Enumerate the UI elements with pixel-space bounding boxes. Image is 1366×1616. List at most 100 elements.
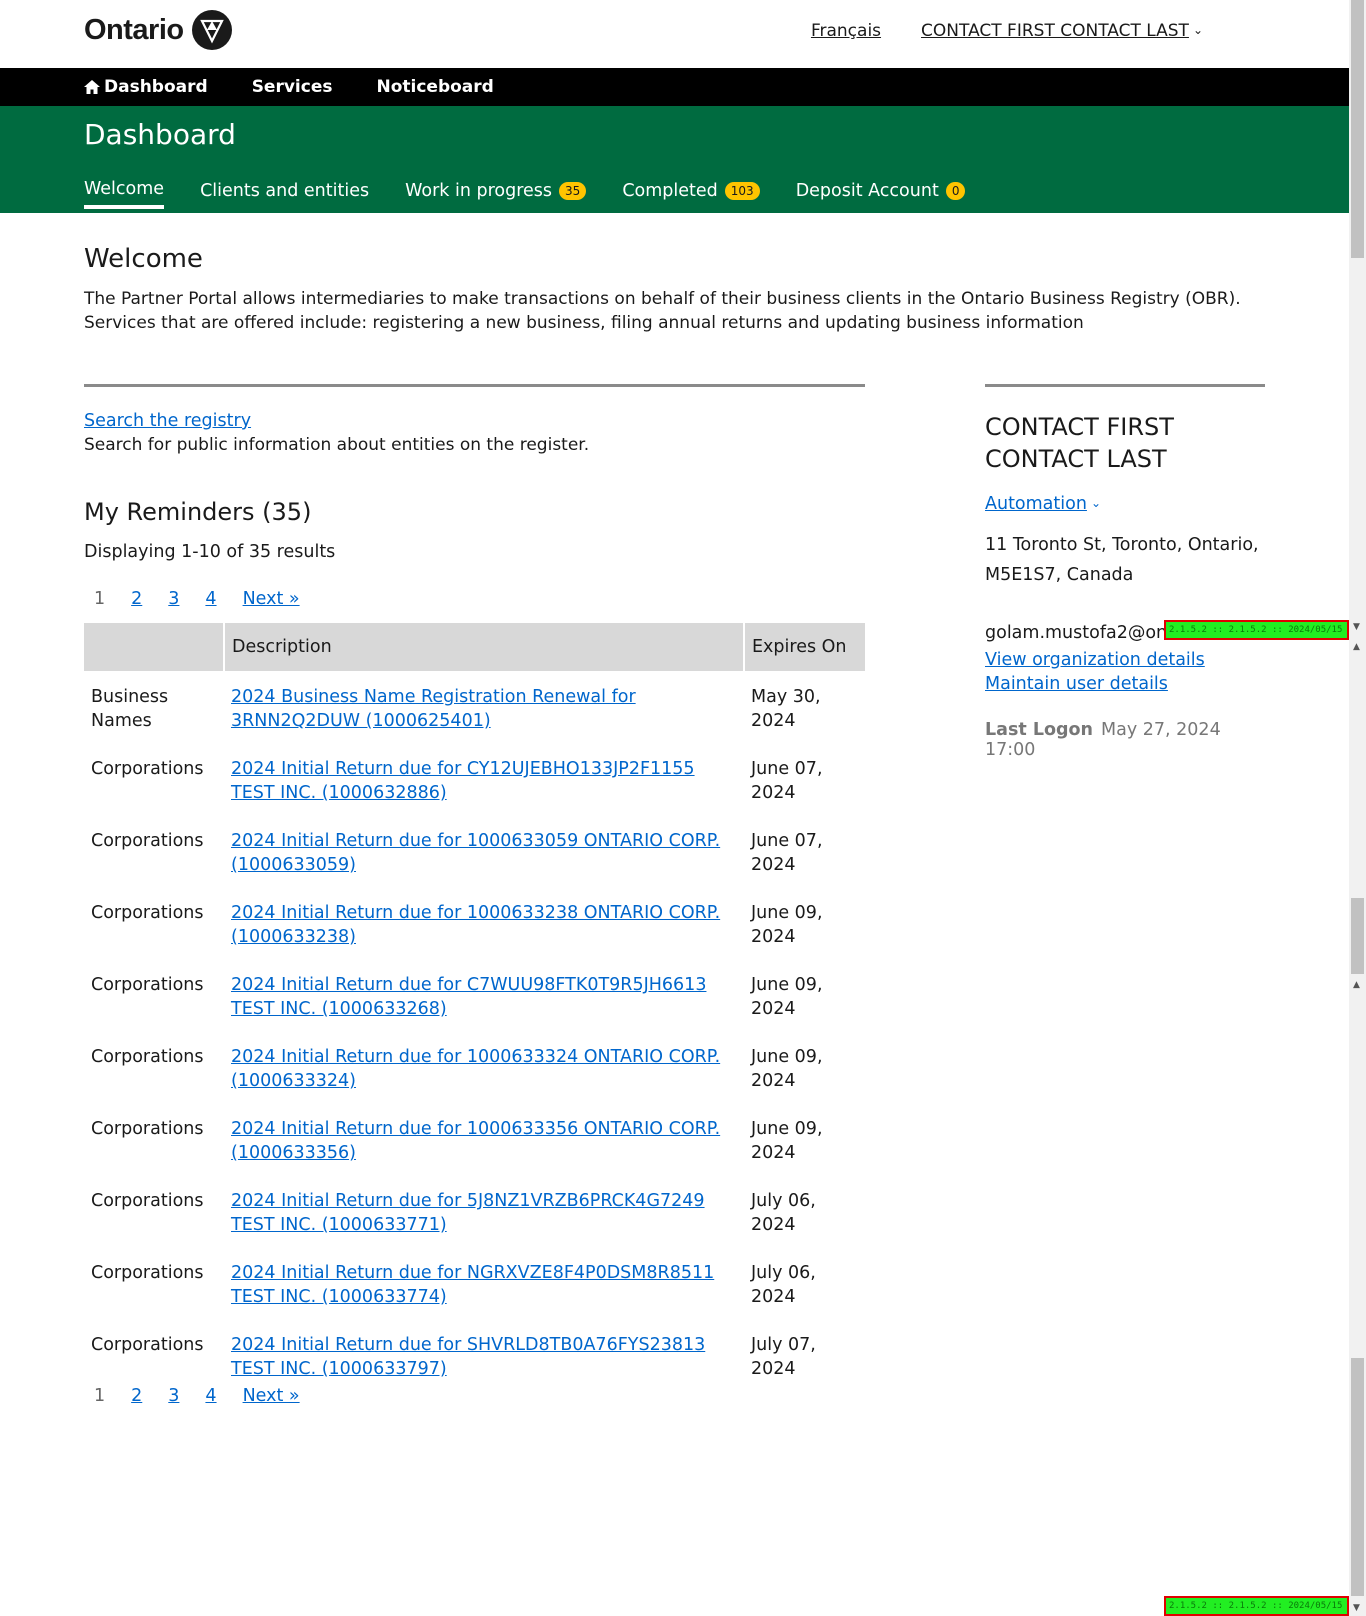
main-column: Search the registry Search for public in… <box>84 384 865 1406</box>
nav-noticeboard-label: Noticeboard <box>376 77 494 97</box>
column-header-description: Description <box>224 623 745 671</box>
count-badge: 0 <box>945 182 966 200</box>
maintain-user-link[interactable]: Maintain user details <box>985 674 1168 694</box>
cell-type: Corporations <box>91 903 204 923</box>
reminder-link[interactable]: 2024 Initial Return due for NGRXVZE8F4P0… <box>231 1263 714 1307</box>
ontario-logo[interactable]: Ontario <box>84 10 232 50</box>
nav-services[interactable]: Services <box>252 77 333 97</box>
welcome-heading: Welcome <box>84 244 203 274</box>
search-description: Search for public information about enti… <box>84 435 590 455</box>
logo-text: Ontario <box>84 13 184 46</box>
organization-dropdown[interactable]: Automation ⌄ <box>985 494 1101 514</box>
welcome-intro: The Partner Portal allows intermediaries… <box>84 289 1241 333</box>
scroll-up-arrow-icon[interactable]: ▲ <box>1353 980 1360 990</box>
page-current: 1 <box>94 1386 106 1406</box>
reminder-link[interactable]: 2024 Initial Return due for 1000633238 O… <box>231 903 720 947</box>
next-page-link[interactable]: Next » <box>243 1386 300 1406</box>
last-logon: Last Logon May 27, 2024 17:00 <box>985 720 1265 760</box>
nav-dashboard[interactable]: Dashboard <box>84 77 208 97</box>
reminder-link[interactable]: 2024 Initial Return due for 1000633059 O… <box>231 831 720 875</box>
chevron-down-icon: ⌄ <box>1090 496 1101 510</box>
scrollbar-thumb[interactable] <box>1351 898 1364 974</box>
tab-label: Deposit Account <box>795 181 939 201</box>
cell-type: Business Names <box>91 687 169 731</box>
reminder-link[interactable]: 2024 Initial Return due for C7WUU98FTK0T… <box>231 975 706 1019</box>
cell-type: Corporations <box>91 1047 204 1067</box>
page-link-3[interactable]: 3 <box>168 589 179 609</box>
column-header-expires: Expires On <box>744 623 865 671</box>
reminder-link[interactable]: 2024 Initial Return due for SHVRLD8TB0A7… <box>231 1335 705 1379</box>
table-row: Corporations 2024 Initial Return due for … <box>84 887 865 959</box>
table-row: Corporations 2024 Initial Return due for … <box>84 1031 865 1103</box>
scrollbar-thumb[interactable] <box>1351 1358 1364 1596</box>
language-toggle-link[interactable]: Français <box>811 21 881 41</box>
cell-type: Corporations <box>91 1263 204 1283</box>
tab-completed[interactable]: Completed 103 <box>622 179 760 209</box>
count-badge: 35 <box>559 182 587 200</box>
tab-label: Welcome <box>84 179 165 199</box>
search-registry-link[interactable]: Search the registry <box>84 411 251 431</box>
tab-deposit-account[interactable]: Deposit Account 0 <box>796 179 966 209</box>
address: 11 Toronto St, Toronto, Ontario, M5E1S7,… <box>985 535 1259 585</box>
cell-expires: July 06, 2024 <box>751 1191 816 1235</box>
table-row: Corporations 2024 Initial Return due for … <box>84 959 865 1031</box>
page-scrollbar[interactable]: ▼ ▲ ▲ ▼ <box>1349 0 1366 1616</box>
nav-services-label: Services <box>251 77 333 97</box>
cell-expires: June 07, 2024 <box>751 759 823 803</box>
table-row: Business Names 2024 Business Name Registr… <box>84 671 865 743</box>
reminders-heading: My Reminders (35) <box>84 498 312 526</box>
table-row: Corporations 2024 Initial Return due for … <box>84 815 865 887</box>
cell-type: Corporations <box>91 1335 204 1355</box>
version-tag: 2.1.5.2 :: 2.1.5.2 :: 2024/05/15 10:15 <box>1164 620 1349 640</box>
scroll-down-arrow-icon[interactable]: ▼ <box>1353 1603 1360 1613</box>
reminders-table: Description Expires On Business Names 202… <box>84 623 865 1391</box>
page-title: Dashboard <box>84 118 236 151</box>
tab-label: Work in progress <box>405 181 553 201</box>
page-link-2[interactable]: 2 <box>131 589 142 609</box>
cell-expires: June 09, 2024 <box>751 1047 823 1091</box>
table-row: Corporations 2024 Initial Return due for … <box>84 1319 865 1391</box>
cell-expires: July 07, 2024 <box>751 1335 816 1379</box>
nav-dashboard-label: Dashboard <box>104 77 208 97</box>
view-organization-link[interactable]: View organization details <box>985 650 1205 670</box>
table-row: Corporations 2024 Initial Return due for … <box>84 1103 865 1175</box>
cell-type: Corporations <box>91 1191 204 1211</box>
cell-type: Corporations <box>91 1119 204 1139</box>
scroll-up-arrow-icon[interactable]: ▲ <box>1353 642 1360 652</box>
home-icon <box>84 80 100 94</box>
next-page-link[interactable]: Next » <box>243 589 300 609</box>
reminder-link[interactable]: 2024 Initial Return due for 1000633356 O… <box>231 1119 720 1163</box>
tab-welcome[interactable]: Welcome <box>84 179 165 209</box>
page-link-2[interactable]: 2 <box>131 1386 142 1406</box>
table-row: Corporations 2024 Initial Return due for … <box>84 1247 865 1319</box>
dashboard-tabs: Welcome Clients and entities Work in pro… <box>84 179 966 209</box>
page-current: 1 <box>94 589 106 609</box>
page: Ontario Français CONTACT FIRST CONTACT L… <box>0 0 1349 1406</box>
tab-work-in-progress[interactable]: Work in progress 35 <box>405 179 587 209</box>
reminder-link[interactable]: 2024 Initial Return due for 1000633324 O… <box>231 1047 720 1091</box>
dashboard-band: Dashboard Welcome Clients and entities W… <box>0 106 1349 213</box>
top-nav: Dashboard Services Noticeboard <box>0 68 1349 106</box>
user-menu-link[interactable]: CONTACT FIRST CONTACT LAST ⌄ <box>921 21 1203 41</box>
tab-label: Completed <box>622 181 718 201</box>
scroll-down-arrow-icon[interactable]: ▼ <box>1353 622 1360 632</box>
nav-noticeboard[interactable]: Noticeboard <box>376 77 493 97</box>
pagination-top: 1 2 3 4 Next » <box>94 589 326 609</box>
cell-expires: May 30, 2024 <box>751 687 821 731</box>
table-row: Corporations 2024 Initial Return due for … <box>84 1175 865 1247</box>
page-link-4[interactable]: 4 <box>205 1386 216 1406</box>
tab-clients-entities[interactable]: Clients and entities <box>200 179 369 209</box>
table-row: Corporations 2024 Initial Return due for … <box>84 743 865 815</box>
version-tag: 2.1.5.2 :: 2.1.5.2 :: 2024/05/15 10:15 <box>1164 1596 1349 1616</box>
reminder-link[interactable]: 2024 Business Name Registration Renewal … <box>231 687 636 731</box>
page-link-3[interactable]: 3 <box>168 1386 179 1406</box>
reminder-link[interactable]: 2024 Initial Return due for CY12UJEBHO13… <box>231 759 695 803</box>
cell-expires: June 09, 2024 <box>751 1119 823 1163</box>
last-logon-label: Last Logon <box>985 720 1094 740</box>
scrollbar-thumb[interactable] <box>1351 0 1364 258</box>
user-menu-label: CONTACT FIRST CONTACT LAST <box>921 21 1189 41</box>
organization-label: Automation <box>985 494 1087 514</box>
cell-type: Corporations <box>91 975 204 995</box>
reminder-link[interactable]: 2024 Initial Return due for 5J8NZ1VRZB6P… <box>231 1191 705 1235</box>
page-link-4[interactable]: 4 <box>205 589 216 609</box>
